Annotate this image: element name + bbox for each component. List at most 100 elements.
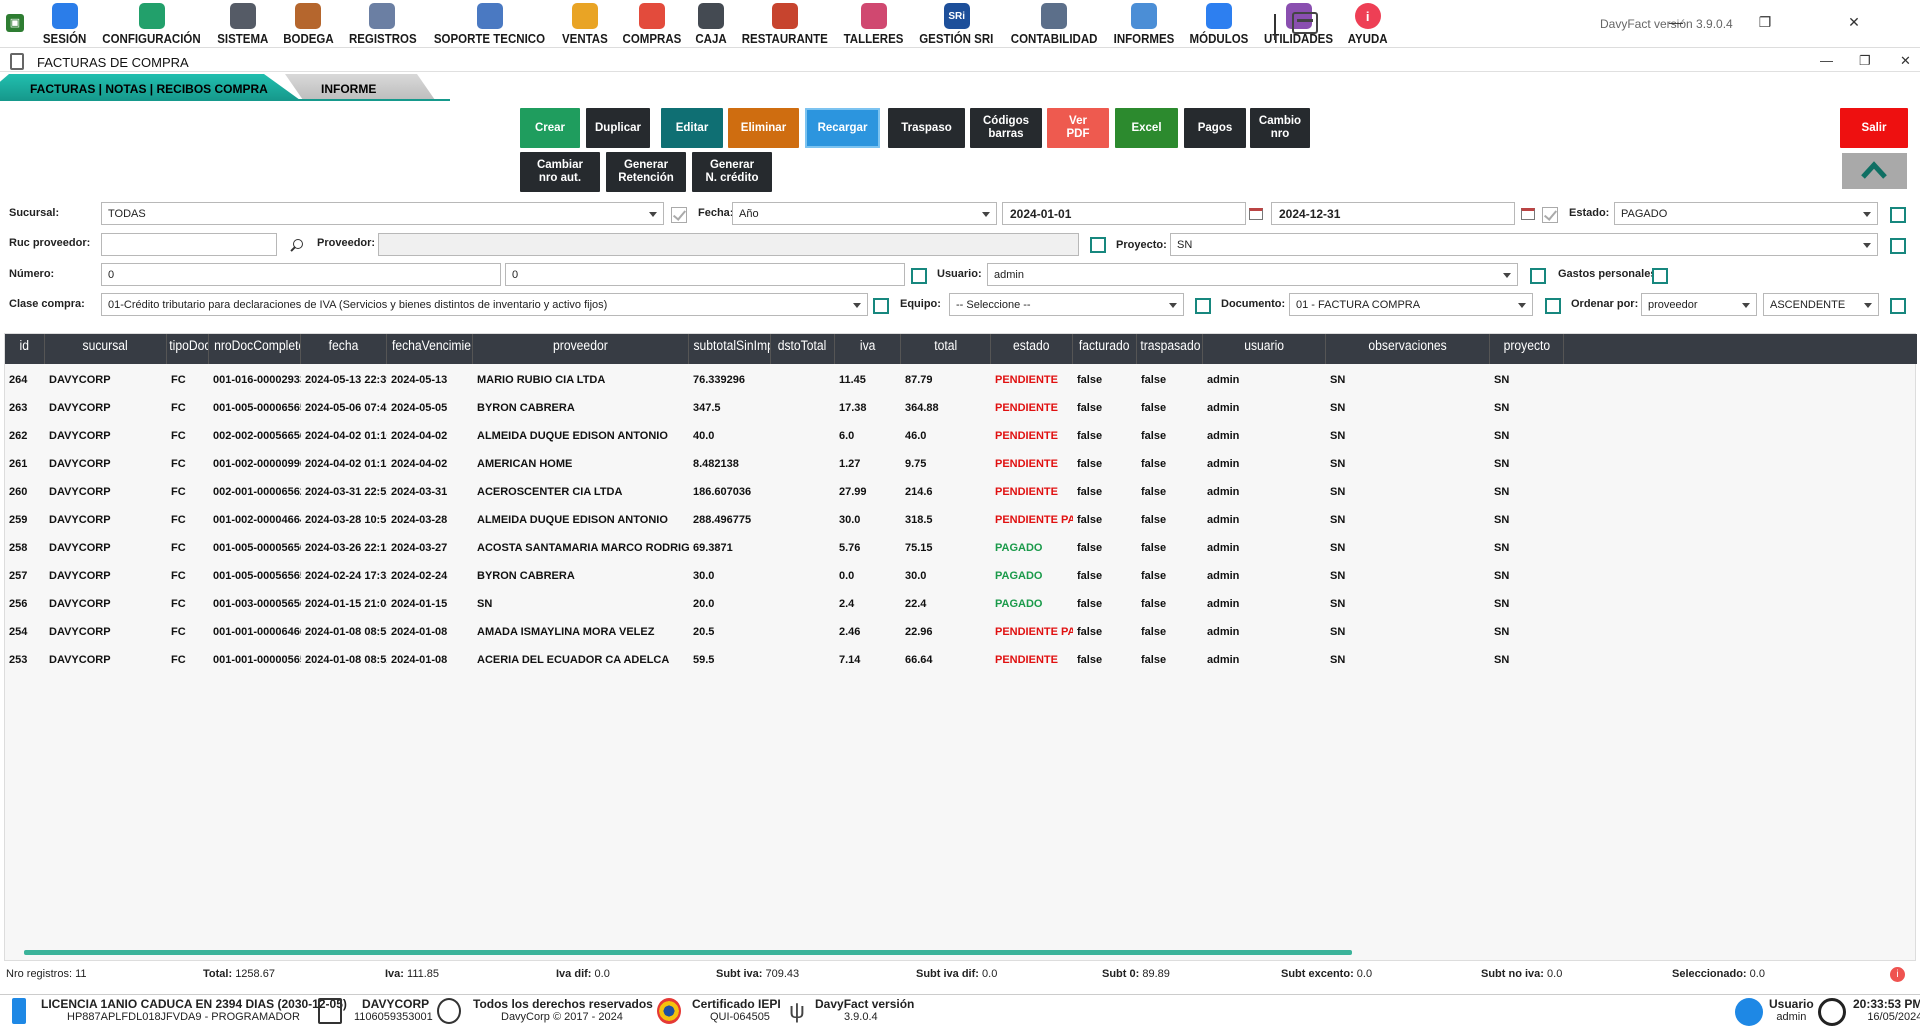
ordenar-por-select[interactable]: proveedor xyxy=(1641,293,1757,316)
usuario-checkbox[interactable] xyxy=(1530,268,1546,284)
table-row[interactable]: 258 DAVYCORP FC 001-005-000056563 2024-03-26… xyxy=(5,532,1917,560)
column-header-usuario[interactable]: usuario xyxy=(1203,334,1326,364)
codigos-barras-button[interactable]: Códigos barras xyxy=(970,108,1042,148)
column-header-traspasado[interactable]: traspasado xyxy=(1137,334,1203,364)
sub-minimize-icon[interactable]: — xyxy=(1820,53,1833,68)
cambio-nro-button[interactable]: Cambio nro xyxy=(1250,108,1310,148)
generar-nota-credito-button[interactable]: Generar N. crédito xyxy=(692,152,772,192)
table-row[interactable]: 256 DAVYCORP FC 001-003-000056569 2024-01-15… xyxy=(5,588,1917,616)
proyecto-checkbox[interactable] xyxy=(1890,238,1906,254)
menu-sistema[interactable]: SISTEMA xyxy=(210,0,276,46)
column-header-id[interactable]: id xyxy=(5,334,45,364)
ruc-proveedor-input[interactable] xyxy=(101,233,277,256)
column-header-dstototal[interactable]: dstoTotal xyxy=(771,334,835,364)
menu-talleres[interactable]: TALLERES xyxy=(836,0,911,46)
column-header-total[interactable]: total xyxy=(901,334,991,364)
menu-registros[interactable]: REGISTROS xyxy=(341,0,425,46)
crear-button[interactable]: Crear xyxy=(520,108,580,148)
column-header-facturado[interactable]: facturado xyxy=(1073,334,1137,364)
column-header-estado[interactable]: estado xyxy=(991,334,1073,364)
column-header-observaciones[interactable]: observaciones xyxy=(1326,334,1490,364)
table-row[interactable]: 259 DAVYCORP FC 001-002-000046646 2024-03-28… xyxy=(5,504,1917,532)
menu-compras[interactable]: COMPRAS xyxy=(615,0,689,46)
table-row[interactable]: 254 DAVYCORP FC 001-001-000064664 2024-01-08… xyxy=(5,616,1917,644)
documento-checkbox[interactable] xyxy=(1545,298,1561,314)
tab-facturas[interactable]: FACTURAS | NOTAS | RECIBOS COMPRA xyxy=(0,74,300,100)
table-row[interactable]: 257 DAVYCORP FC 001-005-000565656 2024-02-24… xyxy=(5,560,1917,588)
eliminar-button[interactable]: Eliminar xyxy=(728,108,799,148)
column-header-proyecto[interactable]: proyecto xyxy=(1490,334,1564,364)
fecha-select[interactable]: Año xyxy=(732,202,997,225)
menu-bodega[interactable]: BODEGA xyxy=(276,0,341,46)
close-icon[interactable]: ✕ xyxy=(1844,12,1864,32)
menu-sesión[interactable]: SESIÓN xyxy=(36,0,93,46)
generar-retencion-button[interactable]: Generar Retención xyxy=(606,152,686,192)
maximize-icon[interactable]: ❐ xyxy=(1755,12,1775,32)
table-row[interactable]: 264 DAVYCORP FC 001-016-000029335 2024-05-13… xyxy=(5,364,1917,392)
menu-ayuda[interactable]: i AYUDA xyxy=(1341,0,1394,46)
info-icon[interactable]: i xyxy=(1890,967,1905,982)
numero-hasta-input[interactable]: 0 xyxy=(505,263,905,286)
table-row[interactable]: 262 DAVYCORP FC 002-002-000566569 2024-04-02… xyxy=(5,420,1917,448)
column-header-fechavencimie[interactable]: fechaVencimie... xyxy=(387,334,473,364)
duplicar-button[interactable]: Duplicar xyxy=(586,108,650,148)
column-header-iva[interactable]: iva xyxy=(835,334,901,364)
sub-restore-icon[interactable]: ❐ xyxy=(1859,53,1871,69)
ver-pdf-button[interactable]: Ver PDF xyxy=(1047,108,1109,148)
menu-módulos[interactable]: MÓDULOS xyxy=(1182,0,1256,46)
estado-checkbox[interactable] xyxy=(1890,207,1906,223)
table-row[interactable]: 263 DAVYCORP FC 001-005-000065656 2024-05-06… xyxy=(5,392,1917,420)
proveedor-input[interactable] xyxy=(378,233,1079,256)
numero-desde-input[interactable]: 0 xyxy=(101,263,501,286)
minimize-icon[interactable]: — xyxy=(1666,12,1686,32)
table-row[interactable]: 253 DAVYCORP FC 001-001-000005656 2024-01-08… xyxy=(5,644,1917,672)
orden-select[interactable]: ASCENDENTE xyxy=(1763,293,1879,316)
calendar-icon[interactable] xyxy=(1521,208,1535,220)
salir-button[interactable]: Salir xyxy=(1840,108,1908,148)
equipo-select[interactable]: -- Seleccione -- xyxy=(949,293,1184,316)
orden-checkbox[interactable] xyxy=(1890,298,1906,314)
numero-checkbox[interactable] xyxy=(911,268,927,284)
recargar-button[interactable]: Recargar xyxy=(805,108,880,148)
menu-soporte-tecnico[interactable]: SOPORTE TECNICO xyxy=(424,0,555,46)
column-header-fecha[interactable]: fecha xyxy=(301,334,387,364)
table-row[interactable]: 260 DAVYCORP FC 002-001-000065626 2024-03-31… xyxy=(5,476,1917,504)
tab-informe[interactable]: INFORME xyxy=(285,74,435,100)
search-icon[interactable] xyxy=(289,239,303,253)
menu-ventas[interactable]: VENTAS xyxy=(555,0,615,46)
menu-caja[interactable]: CAJA xyxy=(689,0,733,46)
menu-configuración[interactable]: CONFIGURACIÓN xyxy=(93,0,210,46)
proveedor-checkbox[interactable] xyxy=(1090,237,1106,253)
sub-close-icon[interactable]: ✕ xyxy=(1900,53,1911,69)
menu-restaurante[interactable]: RESTAURANTE xyxy=(733,0,837,46)
fecha-hasta-input[interactable]: 2024-12-31 xyxy=(1271,202,1515,225)
pagos-button[interactable]: Pagos xyxy=(1184,108,1246,148)
estado-select[interactable]: PAGADO xyxy=(1614,202,1878,225)
column-header-proveedor[interactable]: proveedor xyxy=(473,334,689,364)
editar-button[interactable]: Editar xyxy=(661,108,723,148)
cambiar-nro-aut-button[interactable]: Cambiar nro aut. xyxy=(520,152,600,192)
sucursal-select[interactable]: TODAS xyxy=(101,202,664,225)
menu-informes[interactable]: INFORMES xyxy=(1106,0,1182,46)
horizontal-scrollbar[interactable] xyxy=(24,950,1352,955)
traspaso-button[interactable]: Traspaso xyxy=(888,108,965,148)
card-icon[interactable] xyxy=(1292,12,1318,34)
equipo-checkbox[interactable] xyxy=(1195,298,1211,314)
excel-button[interactable]: Excel xyxy=(1115,108,1178,148)
fecha-checkbox[interactable] xyxy=(1542,207,1558,223)
usuario-select[interactable]: admin xyxy=(987,263,1518,286)
fecha-desde-input[interactable]: 2024-01-01 xyxy=(1002,202,1246,225)
collapse-up-button[interactable] xyxy=(1842,153,1907,189)
clase-compra-checkbox[interactable] xyxy=(873,298,889,314)
gastos-personales-checkbox[interactable] xyxy=(1652,268,1668,284)
sucursal-checkbox[interactable] xyxy=(671,207,687,223)
menu-gestión-sri[interactable]: SRi GESTIÓN SRI xyxy=(911,0,1002,46)
calendar-icon[interactable] xyxy=(1249,208,1263,220)
proyecto-select[interactable]: SN xyxy=(1170,233,1878,256)
column-header-tipodoc[interactable]: tipoDoc xyxy=(167,334,209,364)
column-header-sucursal[interactable]: sucursal xyxy=(45,334,167,364)
documento-select[interactable]: 01 - FACTURA COMPRA xyxy=(1289,293,1533,316)
menu-contabilidad[interactable]: CONTABILIDAD xyxy=(1002,0,1106,46)
column-header-nrodoccompleto[interactable]: nroDocCompleto xyxy=(209,334,301,364)
table-row[interactable]: 261 DAVYCORP FC 001-002-000009965 2024-04-02… xyxy=(5,448,1917,476)
